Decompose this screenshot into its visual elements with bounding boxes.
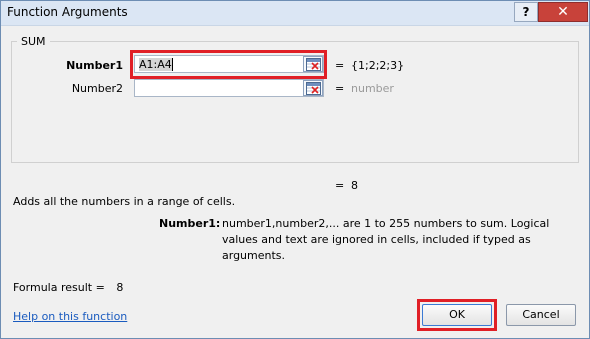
help-button[interactable]: ? (514, 2, 538, 22)
title-bar: Function Arguments ? ✕ (1, 1, 589, 26)
number1-label: Number1 (66, 59, 123, 72)
number1-highlight (130, 50, 327, 79)
formula-result-label: Formula result = (13, 281, 105, 294)
collapse-dialog-icon (306, 82, 321, 95)
number2-label: Number2 (71, 82, 123, 95)
close-button[interactable]: ✕ (538, 2, 588, 22)
ok-highlight (417, 299, 497, 331)
number2-result: number (351, 82, 394, 95)
overall-result: 8 (351, 179, 358, 192)
function-name: SUM (17, 35, 50, 48)
number1-equals: = (335, 59, 345, 72)
number1-result: {1;2;2;3} (351, 59, 405, 72)
overall-equals: = (335, 179, 345, 192)
help-on-function-link[interactable]: Help on this function (13, 310, 127, 323)
dialog-title: Function Arguments (7, 5, 128, 19)
arg-help-text: number1,number2,... are 1 to 255 numbers… (222, 217, 550, 262)
number2-input[interactable] (134, 79, 324, 97)
number2-collapse-dialog-icon[interactable] (303, 80, 323, 96)
formula-result-value: 8 (116, 281, 124, 294)
cancel-button[interactable]: Cancel (506, 304, 576, 326)
function-description: Adds all the numbers in a range of cells… (13, 195, 236, 208)
function-arguments-dialog: Function Arguments ? ✕ SUM Number1 A1:A4… (0, 0, 590, 339)
arg-help-label: Number1: (159, 217, 221, 230)
number2-equals: = (335, 82, 345, 95)
formula-result: Formula result = 8 (13, 281, 123, 294)
